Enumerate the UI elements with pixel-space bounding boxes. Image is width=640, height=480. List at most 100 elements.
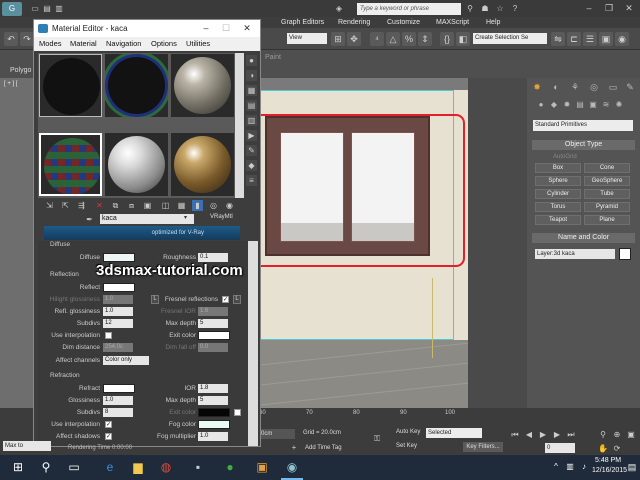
angle-snap-icon[interactable]: △ — [386, 32, 400, 46]
workspace-icon[interactable]: ◈ — [334, 4, 344, 14]
fog-multiplier-value[interactable]: 1.0 — [198, 432, 228, 441]
file-explorer-icon[interactable]: ▆ — [130, 459, 146, 475]
refl-glossiness-value[interactable]: 1.0 — [103, 307, 133, 316]
undo-icon[interactable]: ↶ — [4, 32, 18, 46]
box-button[interactable]: Box — [535, 163, 581, 173]
hilight-glossiness-value[interactable]: 1.0 — [103, 295, 133, 304]
name-and-color-rollout[interactable]: Name and Color — [532, 233, 635, 243]
clock-time[interactable]: 5:48 PM — [595, 457, 621, 464]
primitives-dropdown[interactable]: Standard Primitives — [533, 120, 633, 131]
search-input[interactable]: Type a keyword or phrase — [357, 3, 461, 15]
space-warps-icon[interactable]: ≋ — [601, 100, 611, 110]
reflect-color-swatch[interactable] — [103, 283, 135, 292]
paint-tab[interactable]: Paint — [265, 54, 281, 61]
sphere-button[interactable]: Sphere — [535, 176, 581, 186]
slots-scrollbar[interactable] — [235, 53, 244, 198]
clock-date[interactable]: 12/16/2015 — [592, 467, 627, 474]
maximize-viewport-icon[interactable]: ▣ — [626, 430, 636, 440]
go-to-end-icon[interactable]: ⏭ — [566, 430, 576, 440]
affect-channels-dropdown[interactable]: Color only — [103, 356, 149, 365]
menu-graph-editors[interactable]: Graph Editors — [281, 17, 324, 28]
windows-start-icon[interactable]: ⊞ — [10, 459, 26, 475]
render-setup-icon[interactable]: ◉ — [615, 32, 629, 46]
mat-menu-material[interactable]: Material — [70, 39, 97, 48]
refr-glossiness-value[interactable]: 1.0 — [103, 396, 133, 405]
viewport-label[interactable]: [ + ] [ — [4, 81, 18, 87]
photoshop-icon[interactable]: ▣ — [254, 459, 270, 475]
modify-tab-icon[interactable]: ◐ — [551, 82, 561, 92]
key-filters-button[interactable]: Key Filters... — [463, 442, 503, 452]
options-icon[interactable]: ✎ — [246, 145, 257, 156]
video-color-check-icon[interactable]: ▥ — [246, 115, 257, 126]
menu-help[interactable]: Help — [486, 17, 500, 28]
percent-snap-icon[interactable]: % — [402, 32, 416, 46]
3dsmax-taskbar-icon[interactable]: ◉ — [284, 459, 300, 475]
background-icon[interactable]: ▦ — [246, 85, 257, 96]
star-icon[interactable]: ☆ — [495, 4, 505, 14]
assign-to-selection-icon[interactable]: ⇶ — [76, 200, 87, 211]
reset-material-icon[interactable]: ✕ — [94, 200, 105, 211]
tube-button[interactable]: Tube — [584, 189, 630, 199]
mat-menu-navigation[interactable]: Navigation — [106, 39, 141, 48]
task-view-icon[interactable]: ▭ — [66, 459, 82, 475]
refr-subdivs-value[interactable]: 8 — [103, 408, 133, 417]
mat-close-button[interactable]: ✕ — [237, 20, 257, 37]
go-forward-sibling-icon[interactable]: ◉ — [224, 200, 235, 211]
fresnel-reflections-checkbox[interactable]: ✓ — [222, 296, 229, 303]
mat-maximize-button[interactable]: ☐ — [216, 20, 236, 37]
mirror-icon[interactable]: ⇋ — [551, 32, 565, 46]
binoculars-icon[interactable]: ⚲ — [465, 4, 475, 14]
search-icon[interactable]: ⚲ — [38, 459, 54, 475]
maxscript-listener[interactable]: Max to — [3, 441, 51, 451]
key-mode-dropdown[interactable]: Selected — [426, 428, 482, 438]
hilight-lock-button[interactable]: L — [151, 295, 159, 304]
dim-falloff-value[interactable]: 0.0 — [198, 343, 228, 352]
chrome-icon[interactable]: ◍ — [158, 459, 174, 475]
open-icon[interactable]: ▤ — [42, 4, 52, 14]
auto-key-button[interactable]: Auto Key — [396, 429, 420, 435]
zoom-icon[interactable]: ⚲ — [598, 430, 608, 440]
pivot-icon[interactable]: ⊞ — [331, 32, 345, 46]
refr-exit-color-checkbox[interactable] — [234, 409, 241, 416]
pyramid-button[interactable]: Pyramid — [584, 202, 630, 212]
utilities-tab-icon[interactable]: ✎ — [625, 82, 635, 92]
selection-set-dropdown[interactable]: Create Selection Se — [473, 33, 547, 44]
material-type-button[interactable]: VRayMtl — [210, 214, 233, 220]
object-name-field[interactable]: Layer:3d kaca — [535, 249, 615, 259]
coordinate-field[interactable]: 0cm — [259, 429, 295, 439]
new-icon[interactable]: ▭ — [30, 4, 40, 14]
material-id-icon[interactable]: ◫ — [160, 200, 171, 211]
spinner-snap-icon[interactable]: ⇕ — [418, 32, 432, 46]
sample-slot[interactable] — [105, 133, 168, 196]
show-in-viewport-icon[interactable]: ▦ — [176, 200, 187, 211]
snap-2d-icon[interactable]: ⁴ — [370, 32, 384, 46]
affect-shadows-checkbox[interactable]: ✓ — [105, 433, 112, 440]
refl-max-depth-value[interactable]: 5 — [198, 319, 228, 328]
material-name-field[interactable]: kaca — [100, 214, 194, 224]
dim-distance-value[interactable]: 254.0c — [103, 343, 133, 352]
refr-max-depth-value[interactable]: 5 — [198, 396, 228, 405]
put-to-library-icon[interactable]: ▣ — [142, 200, 153, 211]
cone-button[interactable]: Cone — [584, 163, 630, 173]
mat-minimize-button[interactable]: – — [196, 20, 216, 37]
motion-tab-icon[interactable]: ◎ — [589, 82, 599, 92]
pan-icon[interactable]: ✋ — [598, 444, 608, 454]
sample-slot[interactable] — [39, 54, 102, 117]
refl-exit-color-swatch[interactable] — [198, 331, 230, 340]
parameters-scrollbar[interactable] — [248, 241, 258, 446]
close-button[interactable]: ✕ — [620, 2, 638, 14]
sample-slot[interactable] — [171, 133, 234, 196]
ior-value[interactable]: 1.8 — [198, 384, 228, 393]
diffuse-color-swatch[interactable] — [103, 253, 135, 262]
refl-subdivs-value[interactable]: 12 — [103, 319, 133, 328]
mat-menu-utilities[interactable]: Utilities — [186, 39, 210, 48]
curve-editor-icon[interactable]: ▣ — [599, 32, 613, 46]
edit-named-selection-icon[interactable]: {} — [440, 32, 454, 46]
sample-slot[interactable] — [105, 54, 168, 117]
systems-icon[interactable]: ✺ — [614, 100, 624, 110]
edge-icon[interactable]: e — [102, 459, 118, 475]
orbit-icon[interactable]: ⟳ — [612, 444, 622, 454]
refl-use-interpolation-checkbox[interactable] — [105, 332, 112, 339]
refr-use-interpolation-checkbox[interactable]: ✓ — [105, 421, 112, 428]
zoom-all-icon[interactable]: ⊕ — [612, 430, 622, 440]
